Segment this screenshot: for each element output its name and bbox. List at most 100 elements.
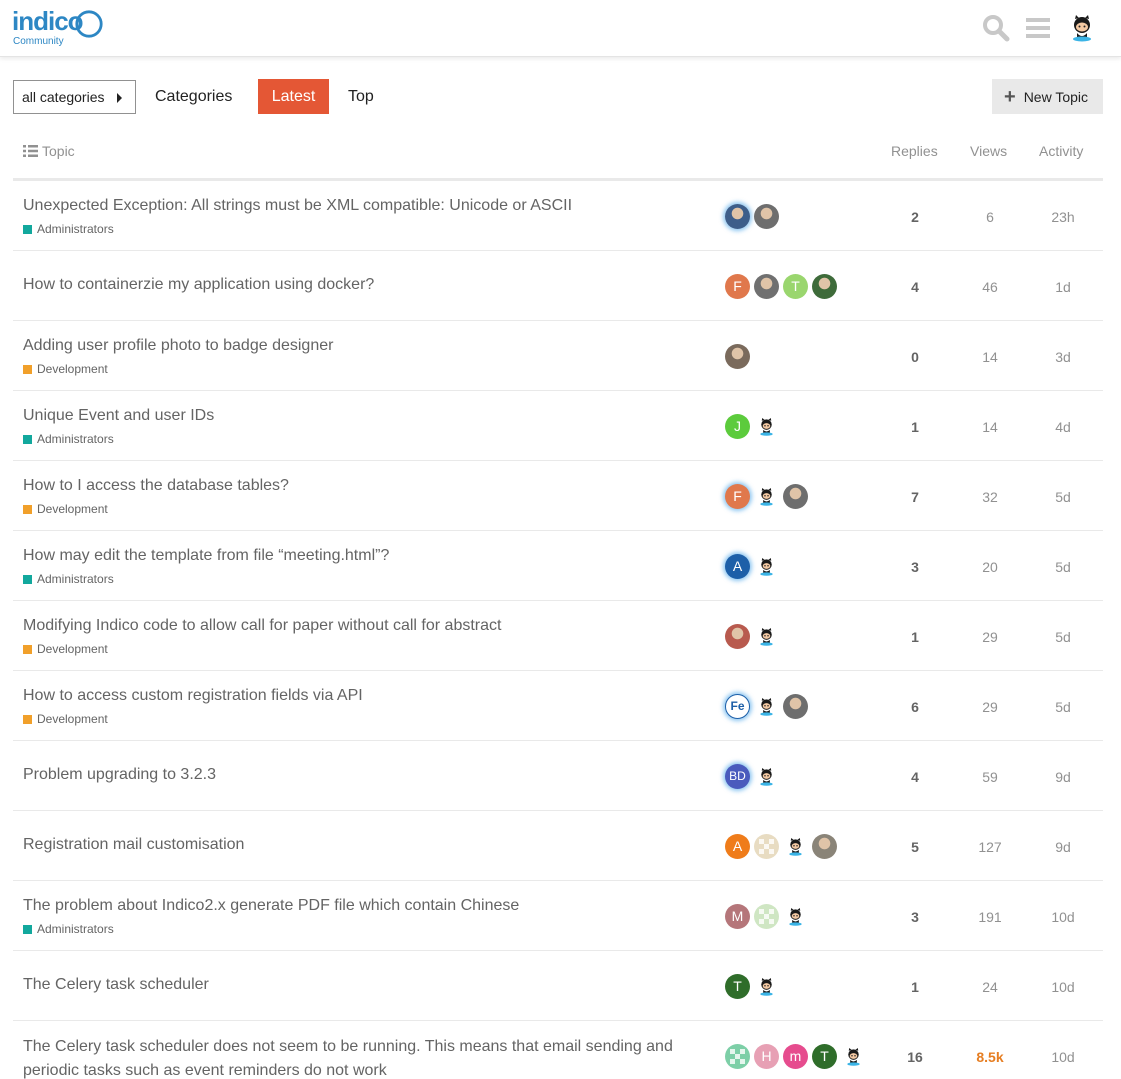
topic-title-link[interactable]: Modifying Indico code to allow call for … <box>23 617 501 635</box>
topic-title-link[interactable]: Problem upgrading to 3.2.3 <box>23 766 216 784</box>
topic-title-link[interactable]: The Celery task scheduler <box>23 976 209 994</box>
poster-avatar[interactable]: T <box>812 1043 837 1069</box>
topic-row[interactable]: Adding user profile photo to badge desig… <box>13 321 1103 391</box>
poster-avatar[interactable]: T <box>783 273 808 299</box>
photo-avatar-icon[interactable] <box>783 483 808 509</box>
poster-avatar[interactable]: T <box>725 973 750 999</box>
topic-title-link[interactable]: How to containerzie my application using… <box>23 276 374 294</box>
topic-category-badge[interactable]: Development <box>23 362 108 376</box>
topic-category-badge[interactable]: Administrators <box>23 572 114 586</box>
topic-row[interactable]: The Celery task scheduler T 1 24 10d <box>13 951 1103 1021</box>
topic-activity-time[interactable]: 5d <box>1033 699 1093 715</box>
topic-category-badge[interactable]: Development <box>23 642 108 656</box>
poster-avatar[interactable]: Fe <box>725 693 750 719</box>
octocat-avatar-icon[interactable] <box>783 834 808 859</box>
photo-avatar-icon[interactable] <box>812 833 837 859</box>
octocat-avatar-icon[interactable] <box>841 1044 866 1069</box>
octocat-avatar-icon[interactable] <box>754 974 779 999</box>
topic-title-link[interactable]: How may edit the template from file “mee… <box>23 547 389 565</box>
poster-avatar[interactable]: A <box>725 553 750 579</box>
topic-row[interactable]: How may edit the template from file “mee… <box>13 531 1103 601</box>
topic-views-count: 14 <box>982 349 998 365</box>
poster-avatar[interactable]: J <box>725 413 750 439</box>
topic-activity-time[interactable]: 9d <box>1033 769 1093 785</box>
topic-title-link[interactable]: Unique Event and user IDs <box>23 407 214 425</box>
octocat-avatar-icon[interactable] <box>754 554 779 579</box>
topic-row[interactable]: How to access custom registration fields… <box>13 671 1103 741</box>
topic-row[interactable]: Problem upgrading to 3.2.3 BD 4 59 9d <box>13 741 1103 811</box>
topic-row[interactable]: The problem about Indico2.x generate PDF… <box>13 881 1103 951</box>
poster-avatar[interactable]: H <box>754 1043 779 1069</box>
topic-activity-time[interactable]: 5d <box>1033 489 1093 505</box>
octocat-avatar-icon[interactable] <box>783 904 808 929</box>
poster-avatar[interactable]: m <box>783 1043 808 1069</box>
topic-category-badge[interactable]: Development <box>23 712 108 726</box>
category-dropdown[interactable]: all categories <box>13 80 136 114</box>
nav-top[interactable]: Top <box>336 79 386 114</box>
topic-row[interactable]: How to containerzie my application using… <box>13 251 1103 321</box>
topic-title-link[interactable]: How to I access the database tables? <box>23 477 289 495</box>
new-topic-label: New Topic <box>1023 88 1089 105</box>
search-icon[interactable] <box>980 12 1012 44</box>
photo-avatar-icon[interactable] <box>783 693 808 719</box>
pattern-avatar-icon[interactable] <box>725 1043 750 1069</box>
column-header-views[interactable]: Views <box>970 143 1007 159</box>
topic-activity-time[interactable]: 10d <box>1033 909 1093 925</box>
poster-avatar[interactable]: BD <box>725 763 750 789</box>
pattern-avatar-icon[interactable] <box>754 903 779 929</box>
octocat-avatar-icon[interactable] <box>754 694 779 719</box>
topic-title-link[interactable]: Registration mail customisation <box>23 836 244 854</box>
topic-row[interactable]: How to I access the database tables? Deve… <box>13 461 1103 531</box>
octocat-avatar-icon[interactable] <box>754 414 779 439</box>
avatar-letter: J <box>734 418 741 434</box>
topic-activity-time[interactable]: 9d <box>1033 839 1093 855</box>
photo-avatar-icon[interactable] <box>725 623 750 649</box>
topic-row[interactable]: The Celery task scheduler does not seem … <box>13 1021 1103 1079</box>
topic-category-badge[interactable]: Administrators <box>23 922 114 936</box>
topic-title-link[interactable]: How to access custom registration fields… <box>23 687 363 705</box>
topic-activity-time[interactable]: 23h <box>1033 209 1093 225</box>
octocat-avatar-icon[interactable] <box>754 484 779 509</box>
pattern-avatar-icon[interactable] <box>754 833 779 859</box>
category-color-square <box>23 434 32 444</box>
poster-avatar[interactable]: F <box>725 483 750 509</box>
user-avatar-icon[interactable] <box>1066 12 1098 44</box>
photo-avatar-icon[interactable] <box>812 273 837 299</box>
photo-avatar-icon[interactable] <box>754 273 779 299</box>
topic-title-link[interactable]: Unexpected Exception: All strings must b… <box>23 197 572 215</box>
nav-categories[interactable]: Categories <box>143 79 244 114</box>
topic-row[interactable]: Unique Event and user IDs Administrators J… <box>13 391 1103 461</box>
poster-avatar[interactable]: M <box>725 903 750 929</box>
topic-activity-time[interactable]: 4d <box>1033 419 1093 435</box>
topic-activity-time[interactable]: 10d <box>1033 1049 1093 1065</box>
column-header-activity[interactable]: Activity <box>1039 143 1083 159</box>
category-dropdown-label: all categories <box>22 89 105 105</box>
topic-activity-time[interactable]: 10d <box>1033 979 1093 995</box>
topic-title-link[interactable]: The problem about Indico2.x generate PDF… <box>23 897 519 915</box>
topic-title-link[interactable]: Adding user profile photo to badge desig… <box>23 337 333 355</box>
poster-avatar[interactable]: A <box>725 833 750 859</box>
photo-avatar-icon[interactable] <box>725 343 750 369</box>
topic-title-link[interactable]: The Celery task scheduler does not seem … <box>23 1035 703 1079</box>
photo-avatar-icon[interactable] <box>754 203 779 229</box>
topic-category-badge[interactable]: Development <box>23 502 108 516</box>
hamburger-menu-icon[interactable] <box>1022 12 1054 44</box>
category-color-square <box>23 924 32 934</box>
topic-activity-time[interactable]: 5d <box>1033 629 1093 645</box>
topic-row[interactable]: Modifying Indico code to allow call for … <box>13 601 1103 671</box>
new-topic-button[interactable]: + New Topic <box>992 79 1103 114</box>
topic-activity-time[interactable]: 5d <box>1033 559 1093 575</box>
topic-activity-time[interactable]: 1d <box>1033 279 1093 295</box>
poster-avatar[interactable]: F <box>725 273 750 299</box>
topic-activity-time[interactable]: 3d <box>1033 349 1093 365</box>
topic-category-badge[interactable]: Administrators <box>23 432 114 446</box>
topic-row[interactable]: Unexpected Exception: All strings must b… <box>13 181 1103 251</box>
topic-category-badge[interactable]: Administrators <box>23 222 114 236</box>
octocat-avatar-icon[interactable] <box>754 764 779 789</box>
nav-latest[interactable]: Latest <box>258 79 329 114</box>
column-header-replies[interactable]: Replies <box>891 143 938 159</box>
octocat-avatar-icon[interactable] <box>754 624 779 649</box>
photo-avatar-icon[interactable] <box>725 203 750 229</box>
topic-views-count: 29 <box>982 629 998 645</box>
topic-row[interactable]: Registration mail customisation A 5 127 9d <box>13 811 1103 881</box>
